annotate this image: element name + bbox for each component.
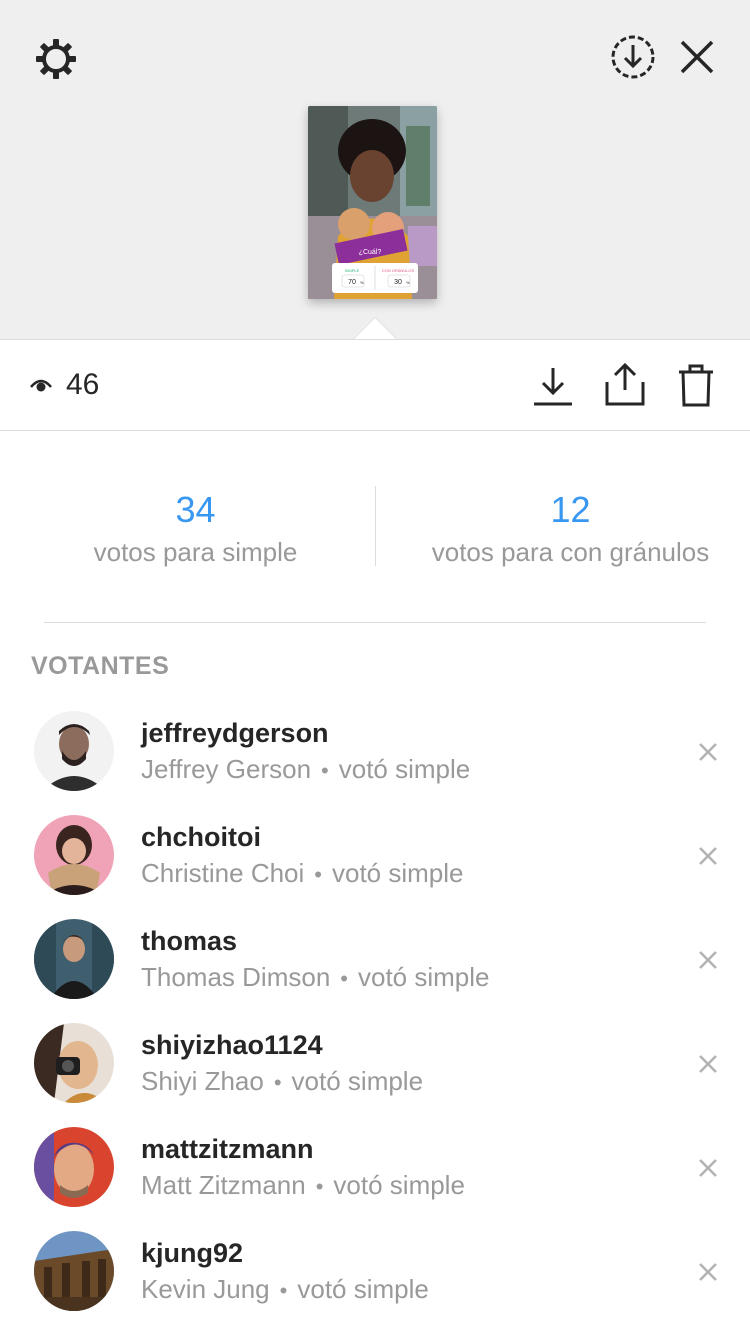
remove-voter-button[interactable] [694,1050,722,1078]
close-icon [699,743,717,761]
poll-pct-sign-left: % [360,280,364,285]
gear-icon [36,39,76,79]
voter-row[interactable]: mattzitzmann Matt Zitzmann • votó simple [0,1116,750,1220]
separator-dot: • [273,1070,282,1095]
pointer-caret [353,318,397,340]
voter-meta: Matt Zitzmann • votó simple [141,1170,465,1201]
close-icon [699,847,717,865]
result-option-left[interactable]: 34 votos para simple [8,488,383,572]
voter-vote: votó simple [297,1274,429,1304]
voter-username[interactable]: mattzitzmann [141,1134,314,1165]
separator-dot: • [279,1278,288,1303]
separator-dot: • [340,966,348,991]
voters-section-title: VOTANTES [31,652,170,680]
close-icon [699,1055,717,1073]
close-icon [699,1263,717,1281]
avatar[interactable] [34,1231,114,1311]
eye-icon [30,379,52,392]
voter-username[interactable]: shiyizhao1124 [141,1030,323,1061]
share-icon [605,362,645,406]
separator-dot: • [314,862,322,887]
voter-fullname: Christine Choi [141,858,305,888]
remove-voter-button[interactable] [694,1154,722,1182]
result-option-right[interactable]: 12 votos para con gránulos [383,488,750,572]
download-circle-icon [611,35,655,79]
trash-icon [679,364,713,407]
close-button[interactable] [673,33,721,81]
separator-dot: • [315,1174,324,1199]
voter-username[interactable]: jeffreydgerson [141,718,329,749]
remove-voter-button[interactable] [694,946,722,974]
close-icon [699,1159,717,1177]
remove-voter-button[interactable] [694,842,722,870]
close-icon [680,40,714,74]
poll-results: 34 votos para simple 12 votos para con g… [0,430,750,622]
voter-meta: Jeffrey Gerson • votó simple [141,754,470,785]
voter-row[interactable]: shiyizhao1124 Shiyi Zhao • votó simple [0,1012,750,1116]
section-divider [44,622,706,623]
story-preview-area: ¿Cuál? SIMPLE CON GRÁNULOS 70 30 % % [0,0,750,339]
voter-fullname: Kevin Jung [141,1274,270,1304]
story-photo: ¿Cuál? SIMPLE CON GRÁNULOS 70 30 % % [308,106,437,299]
voter-meta: Shiyi Zhao • votó simple [141,1066,423,1097]
voter-meta: Thomas Dimson • votó simple [141,962,489,993]
voter-list: jeffreydgerson Jeffrey Gerson • votó simpl… [0,700,750,1324]
voter-vote: votó simple [357,962,490,992]
voter-meta: Christine Choi • votó simple [141,858,464,889]
voter-fullname: Matt Zitzmann [141,1170,306,1200]
close-icon [699,951,717,969]
results-divider [375,486,376,566]
avatar[interactable] [34,711,114,791]
download-button[interactable] [530,362,576,408]
result-label-right: votos para con gránulos [431,537,710,567]
story-thumbnail[interactable]: ¿Cuál? SIMPLE CON GRÁNULOS 70 30 % % [308,106,437,299]
delete-button[interactable] [673,362,719,408]
avatar[interactable] [34,919,114,999]
voter-username[interactable]: thomas [141,926,237,957]
voter-fullname: Jeffrey Gerson [141,754,312,784]
voter-fullname: Shiyi Zhao [141,1066,264,1096]
voter-vote: votó simple [291,1066,424,1096]
result-label-left: votos para simple [93,537,298,567]
story-toolbar: 46 [0,339,750,431]
result-count-left: 34 [175,489,216,530]
poll-pct-sign-right: % [406,280,410,285]
voter-meta: Kevin Jung • votó simple [141,1274,429,1305]
remove-voter-button[interactable] [694,738,722,766]
views-counter[interactable]: 46 [30,340,99,430]
separator-dot: • [321,758,329,783]
voter-vote: votó simple [332,858,464,888]
settings-button[interactable] [30,33,82,85]
voter-username[interactable]: kjung92 [141,1238,243,1269]
poll-option-right: CON GRÁNULOS [382,268,415,273]
remove-voter-button[interactable] [694,1258,722,1286]
poll-option-left: SIMPLE [345,268,360,273]
download-icon [534,368,572,406]
save-story-button[interactable] [607,31,659,83]
voter-vote: votó simple [338,754,471,784]
poll-question: ¿Cuál? [359,249,382,256]
voter-row[interactable]: chchoitoi Christine Choi • votó simple [0,804,750,908]
poll-pct-right: 30 [394,279,402,286]
share-button[interactable] [602,362,648,408]
voter-row[interactable]: kjung92 Kevin Jung • votó simple [0,1220,750,1324]
avatar[interactable] [34,815,114,895]
avatar[interactable] [34,1127,114,1207]
result-count-right: 12 [550,489,591,530]
voter-fullname: Thomas Dimson [141,962,331,992]
voter-row[interactable]: jeffreydgerson Jeffrey Gerson • votó simpl… [0,700,750,804]
poll-pct-left: 70 [348,279,356,286]
voter-username[interactable]: chchoitoi [141,822,261,853]
avatar[interactable] [34,1023,114,1103]
voter-row[interactable]: thomas Thomas Dimson • votó simple [0,908,750,1012]
views-count: 46 [66,368,100,401]
voter-vote: votó simple [333,1170,465,1200]
